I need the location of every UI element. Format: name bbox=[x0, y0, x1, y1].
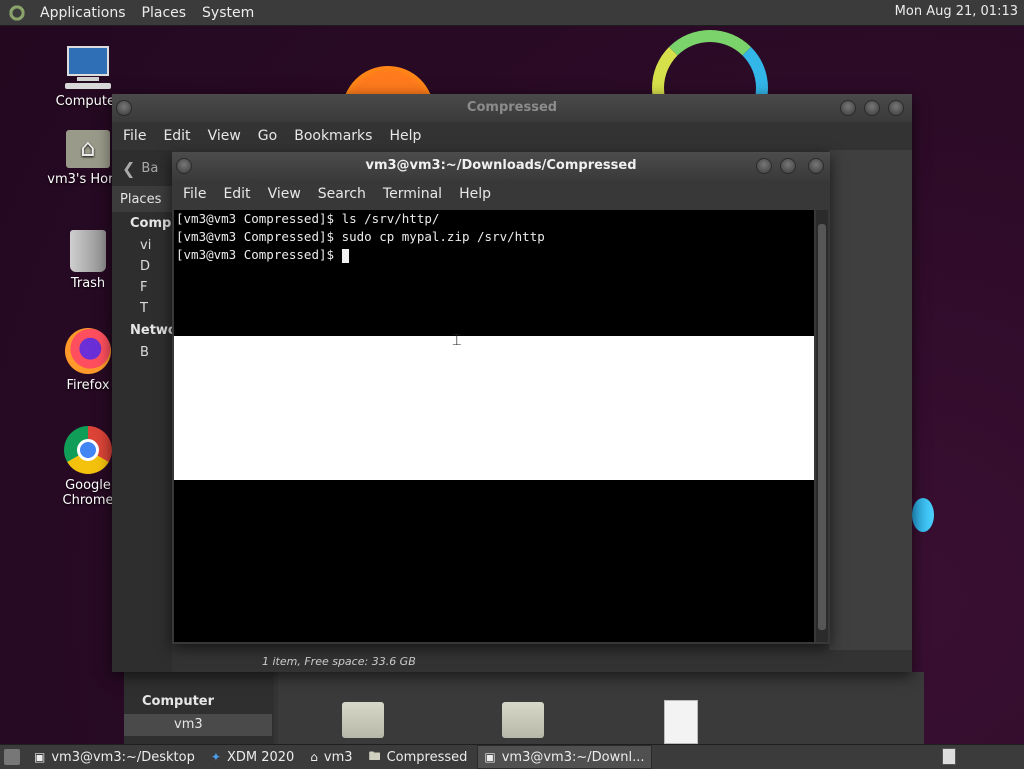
fm-menu-view[interactable]: View bbox=[203, 128, 253, 144]
task-terminal-desktop[interactable]: ▣ vm3@vm3:~/Desktop bbox=[28, 746, 201, 768]
trash-icon bbox=[70, 230, 106, 272]
minimize-icon[interactable] bbox=[840, 100, 856, 116]
terminal-window: vm3@vm3:~/Downloads/Compressed File Edit… bbox=[172, 152, 830, 644]
fm-section-computer: Compu bbox=[130, 216, 181, 231]
trash-applet-icon[interactable] bbox=[942, 748, 956, 765]
task-label: vm3@vm3:~/Desktop bbox=[51, 749, 195, 765]
xdm-icon: ✦ bbox=[210, 750, 221, 764]
terminal-icon: ▣ bbox=[34, 750, 46, 764]
file-manager-window-secondary: Computer vm3 bbox=[124, 672, 924, 746]
fm-menu-file[interactable]: File bbox=[118, 128, 158, 144]
terminal-output[interactable]: [vm3@vm3 Compressed]$ ls /srv/http/ [vm3… bbox=[174, 210, 814, 642]
close-icon[interactable] bbox=[808, 158, 824, 174]
fm-secondary-sidebar: Computer vm3 bbox=[124, 672, 274, 746]
firefox-icon bbox=[65, 328, 111, 374]
top-panel: Applications Places System Mon Aug 21, 0… bbox=[0, 0, 1024, 26]
menu-applications[interactable]: Applications bbox=[32, 5, 134, 21]
fm-secondary-item-home[interactable]: vm3 bbox=[124, 714, 272, 736]
task-label: vm3@vm3:~/Downl... bbox=[501, 749, 645, 765]
computer-icon bbox=[65, 46, 111, 90]
maximize-icon[interactable] bbox=[864, 100, 880, 116]
menu-system[interactable]: System bbox=[194, 5, 262, 21]
fm-menu-edit[interactable]: Edit bbox=[158, 128, 202, 144]
fm-sidebar-item[interactable]: D bbox=[112, 256, 172, 277]
fm-status-bar: 1 item, Free space: 33.6 GB bbox=[262, 655, 416, 668]
fm-menu-help[interactable]: Help bbox=[384, 128, 433, 144]
terminal-menu-file[interactable]: File bbox=[178, 186, 218, 202]
fm-content-area bbox=[829, 150, 912, 650]
document-icon[interactable] bbox=[664, 700, 698, 744]
terminal-menubar: File Edit View Search Terminal Help bbox=[172, 180, 830, 208]
taskbar: ▣ vm3@vm3:~/Desktop ✦ XDM 2020 ⌂ vm3 🖿 C… bbox=[0, 744, 1024, 769]
fm-menu-bookmarks[interactable]: Bookmarks bbox=[289, 128, 384, 144]
fm-titlebar[interactable]: Compressed bbox=[112, 94, 912, 122]
clock[interactable]: Mon Aug 21, 01:13 bbox=[895, 4, 1018, 19]
terminal-titlebar[interactable]: vm3@vm3:~/Downloads/Compressed bbox=[172, 152, 830, 180]
back-arrow-icon: ❮ bbox=[122, 158, 136, 178]
fm-sidebar-item[interactable]: B bbox=[112, 342, 172, 363]
home-folder-icon bbox=[66, 130, 110, 168]
terminal-menu-view[interactable]: View bbox=[263, 186, 313, 202]
distro-logo-icon[interactable] bbox=[8, 3, 26, 22]
render-artifact bbox=[174, 336, 814, 480]
task-terminal-downloads[interactable]: ▣ vm3@vm3:~/Downl... bbox=[477, 745, 652, 769]
terminal-menu-help[interactable]: Help bbox=[454, 186, 503, 202]
fm-secondary-item-label: vm3 bbox=[174, 717, 203, 732]
scrollbar-thumb[interactable] bbox=[818, 224, 826, 630]
terminal-line: [vm3@vm3 Compressed]$ sudo cp mypal.zip … bbox=[176, 229, 545, 244]
terminal-window-title: vm3@vm3:~/Downloads/Compressed bbox=[365, 158, 637, 173]
wallpaper-blue-blob bbox=[912, 498, 934, 532]
fm-places-header[interactable]: Places bbox=[112, 186, 172, 212]
fm-window-title: Compressed bbox=[466, 100, 558, 115]
task-label: vm3 bbox=[323, 749, 353, 765]
ibeam-cursor-icon: ⌶ bbox=[452, 330, 462, 349]
task-label: XDM 2020 bbox=[226, 749, 295, 765]
maximize-icon[interactable] bbox=[780, 158, 796, 174]
terminal-scrollbar[interactable] bbox=[816, 210, 828, 642]
home-folder-icon: ⌂ bbox=[310, 750, 318, 764]
fm-back-label: Ba bbox=[141, 160, 159, 176]
fm-section-network: Netwo bbox=[130, 323, 177, 338]
fm-sidebar-item[interactable]: F bbox=[112, 277, 172, 298]
terminal-menu-edit[interactable]: Edit bbox=[218, 186, 262, 202]
terminal-menu-terminal[interactable]: Terminal bbox=[378, 186, 454, 202]
fm-sidebar-item[interactable]: vi bbox=[112, 235, 172, 256]
chrome-icon bbox=[64, 426, 112, 474]
terminal-menu-search[interactable]: Search bbox=[313, 186, 378, 202]
terminal-line: [vm3@vm3 Compressed]$ ls /srv/http/ bbox=[176, 211, 440, 226]
fm-secondary-section-computer: Computer bbox=[142, 694, 215, 709]
fm-menu-go[interactable]: Go bbox=[253, 128, 289, 144]
fm-back-button[interactable]: ❮ Ba bbox=[112, 150, 172, 186]
menu-places[interactable]: Places bbox=[134, 5, 195, 21]
task-label: Compressed bbox=[386, 749, 468, 765]
minimize-icon[interactable] bbox=[756, 158, 772, 174]
folder-icon[interactable] bbox=[502, 702, 544, 738]
text-cursor bbox=[341, 248, 349, 263]
task-xdm[interactable]: ✦ XDM 2020 bbox=[205, 746, 300, 768]
fm-sidebar-item[interactable]: T bbox=[112, 298, 172, 319]
terminal-prompt-line: [vm3@vm3 Compressed]$ bbox=[174, 246, 814, 264]
close-icon[interactable] bbox=[888, 100, 904, 116]
task-vm3-home[interactable]: ⌂ vm3 bbox=[304, 746, 358, 768]
fm-secondary-content bbox=[278, 672, 924, 746]
fm-sidebar: ❮ Ba Places Compu vi D F T Netwo B bbox=[112, 150, 181, 672]
terminal-prompt: [vm3@vm3 Compressed]$ bbox=[176, 247, 342, 262]
terminal-icon: ▣ bbox=[484, 750, 496, 764]
task-compressed[interactable]: 🖿 Compressed bbox=[363, 746, 474, 768]
folder-icon[interactable] bbox=[342, 702, 384, 738]
fm-menubar: File Edit View Go Bookmarks Help bbox=[112, 122, 912, 150]
show-desktop-icon[interactable] bbox=[4, 749, 20, 765]
folder-icon: 🖿 bbox=[368, 748, 381, 763]
